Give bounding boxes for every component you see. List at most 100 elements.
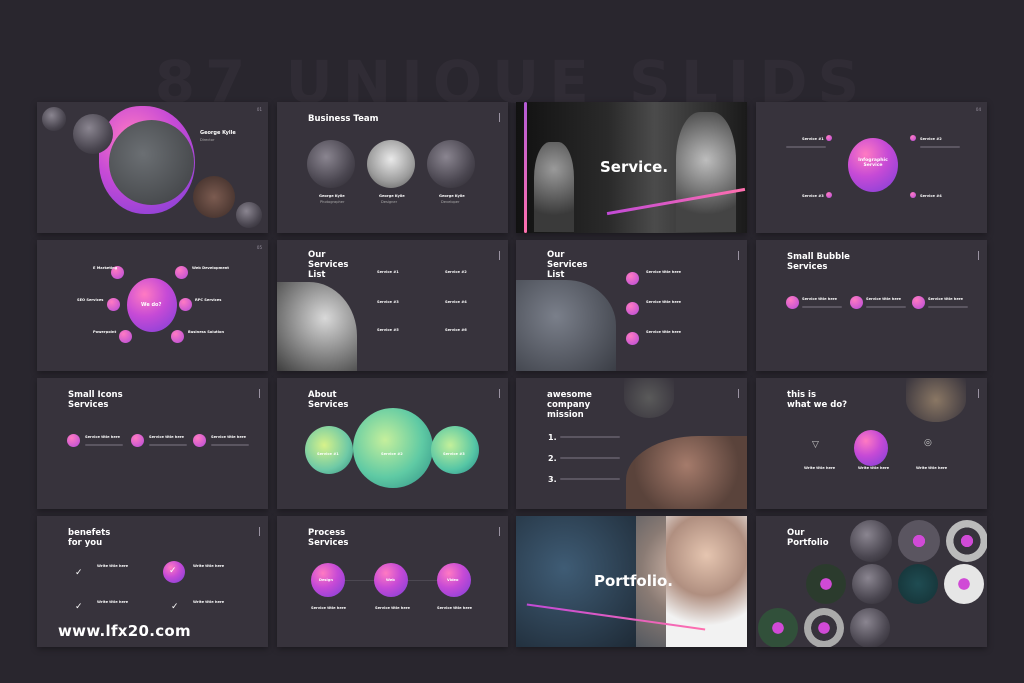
office-photo: [73, 114, 113, 154]
service-title: Service title here: [211, 435, 246, 439]
check-icon: ✓: [171, 602, 179, 612]
boxer-photo: [534, 142, 574, 232]
text-line: [149, 444, 187, 446]
slide-team-photos[interactable]: George Kylle Director 01: [37, 102, 268, 233]
service-title: Service title here: [646, 300, 681, 304]
portfolio-photo: [850, 608, 890, 647]
text-line: [211, 444, 249, 446]
item-title: Write title here: [193, 600, 225, 604]
service-label: Service #3: [802, 194, 824, 198]
service-icon: [171, 330, 184, 343]
service-label: SEO Services: [77, 298, 104, 302]
text-line: [866, 306, 906, 308]
step-number: 3.: [548, 475, 557, 484]
slide-number: 01: [256, 107, 262, 112]
slide-marker: [738, 389, 739, 398]
service-title: Service title here: [646, 270, 681, 274]
member-role: Photographer: [320, 200, 345, 204]
text-line: [802, 306, 842, 308]
service-label: Web Development: [192, 266, 230, 270]
slide-marker: [978, 389, 979, 398]
member-photo: [307, 140, 355, 188]
service-label: Business Solution: [188, 330, 225, 334]
member-photo: [367, 140, 415, 188]
slide-marker: [499, 527, 500, 536]
slide-services-list[interactable]: Our Services List Service #1 Service #2 …: [277, 240, 508, 371]
service-label: Service #1: [377, 270, 399, 274]
slide-title: Our Portfolio: [787, 528, 829, 548]
service-label: Powerpoint: [93, 330, 117, 334]
slide-title: Service.: [600, 158, 669, 176]
step-label: Design: [319, 578, 333, 582]
item-title: Write title here: [804, 466, 836, 470]
circle-label: Service #1: [317, 452, 339, 456]
text-line: [560, 436, 620, 438]
center-blob: [854, 430, 888, 466]
step-number: 2.: [548, 454, 557, 463]
slide-small-icons-services[interactable]: Small Icons Services Service title here …: [37, 378, 268, 509]
slide-title: Our Services List: [547, 250, 588, 280]
brand-watermark: www.lfx20.com: [58, 622, 191, 640]
text-line: [560, 478, 620, 480]
globe-icon: ◎: [924, 438, 932, 448]
slide-title: Small Icons Services: [68, 390, 123, 410]
slide-title: this is what we do?: [787, 390, 848, 410]
slide-our-portfolio[interactable]: Our Portfolio: [756, 516, 987, 647]
slide-title: awesome company mission: [547, 390, 592, 420]
service-title: Service title here: [437, 606, 472, 610]
team-photo: [626, 436, 747, 509]
slide-business-team[interactable]: Business Team George Kylle George Kylle …: [277, 102, 508, 233]
slide-what-we-do[interactable]: this is what we do? ▽ ◎ Write title here…: [756, 378, 987, 509]
check-icon: ✓: [75, 568, 83, 578]
member-name: George Kylle: [439, 194, 465, 198]
slide-services-list-badges[interactable]: Our Services List Service title here Ser…: [516, 240, 747, 371]
slide-small-bubble-services[interactable]: Small Bubble Services Service title here…: [756, 240, 987, 371]
bullet-dot: [910, 192, 916, 198]
slide-process-services[interactable]: Process Services Design Web Video Servic…: [277, 516, 508, 647]
slide-marker: [499, 251, 500, 260]
service-label: Service #2: [445, 270, 467, 274]
service-icon: [175, 266, 188, 279]
service-circle: [431, 426, 479, 474]
slide-we-do[interactable]: We do? E Marketing Web Development SEO S…: [37, 240, 268, 371]
service-title: Service title here: [866, 297, 901, 301]
text-line: [85, 444, 123, 446]
small-photo: [42, 107, 66, 131]
service-icon: [193, 434, 206, 447]
slide-portfolio-hero[interactable]: Portfolio.: [516, 516, 747, 647]
center-label: We do?: [141, 302, 162, 308]
service-title: Service title here: [311, 606, 346, 610]
item-title: Write title here: [916, 466, 948, 470]
circle-label: Service #2: [381, 452, 403, 456]
slide-service-hero[interactable]: Service.: [516, 102, 747, 233]
funnel-icon: ▽: [812, 440, 819, 450]
slide-title: Our Services List: [308, 250, 349, 280]
service-label: E Marketing: [93, 266, 118, 270]
person-photo: [516, 280, 616, 371]
bullet-dot: [826, 135, 832, 141]
food-photo: [193, 176, 235, 218]
service-title: Service title here: [149, 435, 184, 439]
portfolio-photo: [758, 608, 798, 647]
slide-marker: [259, 527, 260, 536]
slide-title: Business Team: [308, 114, 379, 124]
service-label: Service #5: [377, 328, 399, 332]
portfolio-photo: [946, 520, 987, 562]
slide-marker: [978, 251, 979, 260]
bullet-dot: [826, 192, 832, 198]
service-label: Service #4: [920, 194, 942, 198]
slide-company-mission[interactable]: awesome company mission 1. 2. 3.: [516, 378, 747, 509]
slide-about-services[interactable]: About Services Service #1 Service #2 Ser…: [277, 378, 508, 509]
check-icon: ✓: [169, 566, 177, 576]
service-label: Service #3: [377, 300, 399, 304]
slide-infographic-service[interactable]: Infographic Service Service #1 Service #…: [756, 102, 987, 233]
accent-stroke: [524, 102, 527, 233]
text-line: [786, 146, 826, 148]
slide-title: Process Services: [308, 528, 349, 548]
check-icon: ✓: [75, 602, 83, 612]
badge: [912, 296, 925, 309]
service-label: Service #6: [445, 328, 467, 332]
portfolio-photo: [850, 520, 892, 562]
service-title: Service title here: [802, 297, 837, 301]
step-label: Web: [386, 578, 395, 582]
